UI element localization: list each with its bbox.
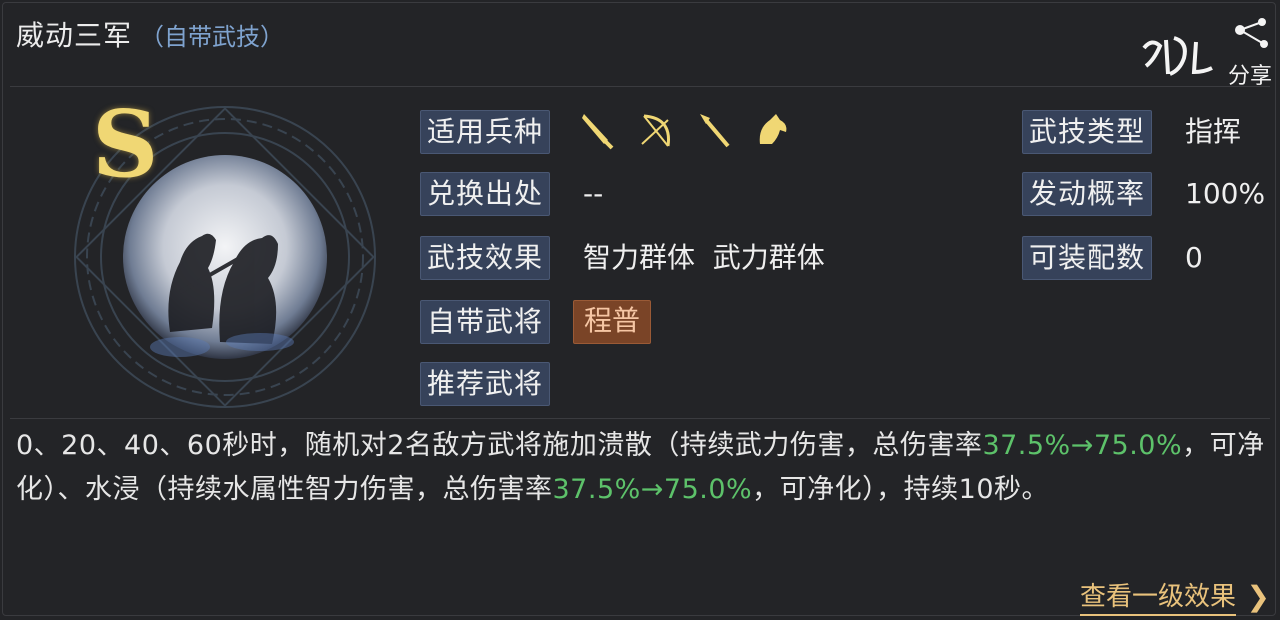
label-skill-type: 武技类型 — [1022, 110, 1153, 154]
troop-icons — [580, 110, 790, 150]
value-effect: 智力群体 武力群体 — [583, 241, 825, 274]
label-effect: 武技效果 — [420, 236, 551, 280]
sword-icon — [580, 110, 616, 150]
divider — [10, 418, 1270, 419]
label-trigger-rate: 发动概率 — [1022, 172, 1153, 216]
value-trigger-rate: 100% — [1185, 177, 1266, 210]
view-level1-effect-link[interactable]: 查看一级效果 — [1079, 580, 1236, 616]
value-skill-type: 指挥 — [1185, 115, 1242, 148]
watermark-logo: 分享 — [1136, 18, 1276, 89]
skill-description: 0、20、40、60秒时，随机对2名敌方武将施加溃散（持续武力伤害，总伤害率37… — [16, 424, 1266, 512]
spear-icon — [696, 110, 732, 150]
skill-source-note: （自带武技） — [140, 23, 285, 51]
general-chip-chengpu[interactable]: 程普 — [573, 300, 652, 344]
horse-icon — [754, 110, 790, 150]
label-equip-count: 可装配数 — [1022, 236, 1153, 280]
value-equip-count: 0 — [1185, 241, 1203, 274]
label-exchange-source: 兑换出处 — [420, 172, 551, 216]
label-recommended-general: 推荐武将 — [420, 362, 551, 406]
description-text: ，可净化），持续10秒。 — [752, 474, 1050, 505]
bow-icon — [638, 110, 674, 150]
skill-name: 威动三军 — [16, 19, 133, 52]
chevron-right-icon[interactable]: ❯ — [1247, 580, 1270, 614]
label-troop-types: 适用兵种 — [420, 110, 551, 154]
divider — [10, 86, 1270, 87]
title-row: 威动三军 （自带武技） — [16, 14, 284, 58]
description-text: 0、20、40、60秒时，随机对2名敌方武将施加溃散（持续武力伤害，总伤害率 — [16, 430, 983, 461]
damage-rate-highlight: 37.5%→75.0% — [982, 430, 1183, 461]
grade-badge: S — [92, 90, 159, 198]
damage-rate-highlight: 37.5%→75.0% — [552, 474, 753, 505]
value-exchange-source: -- — [583, 177, 604, 210]
label-own-general: 自带武将 — [420, 300, 551, 344]
